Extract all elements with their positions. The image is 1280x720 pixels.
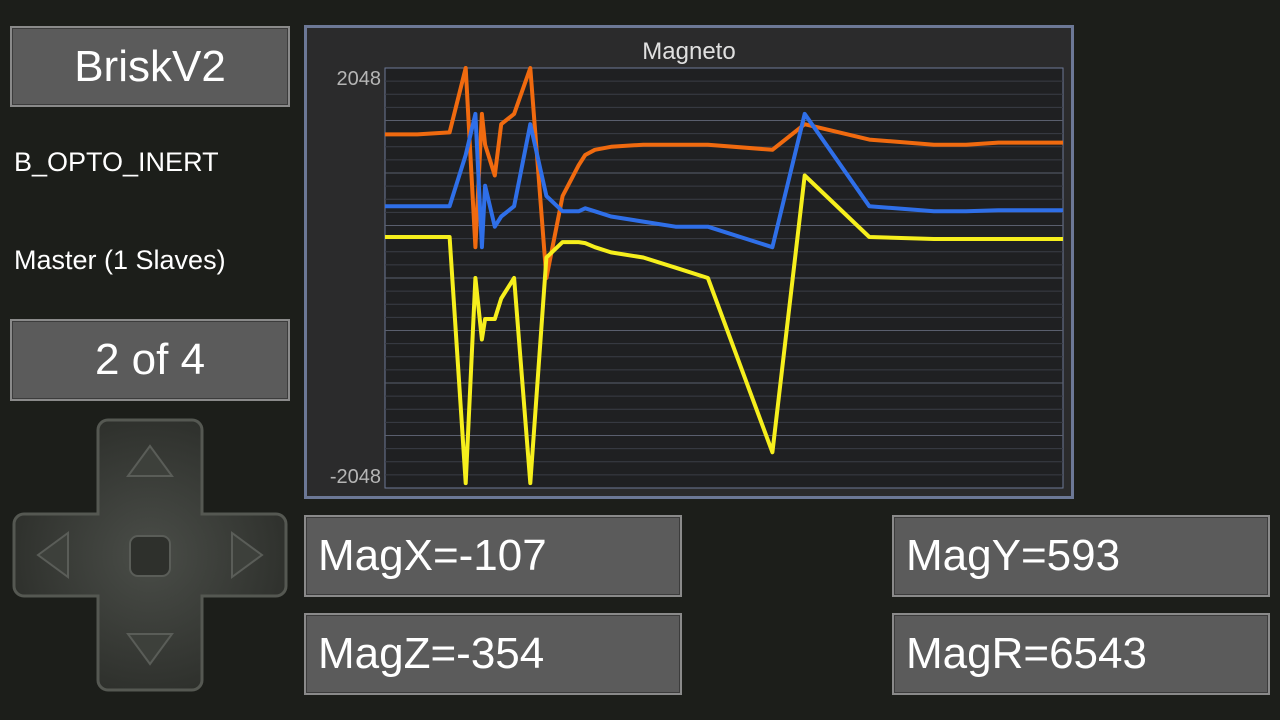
magr-readout[interactable]: MagR=6543 [892, 613, 1270, 695]
center-button[interactable] [129, 535, 171, 577]
magy-readout[interactable]: MagY=593 [892, 515, 1270, 597]
magneto-chart: Magneto 2048 -2048 [304, 25, 1074, 499]
dpad[interactable] [12, 418, 288, 692]
title-button[interactable]: BriskV2 [10, 26, 290, 107]
plot-area [384, 66, 1064, 489]
magz-readout[interactable]: MagZ=-354 [304, 613, 682, 695]
role-status: Master (1 Slaves) [14, 245, 226, 275]
page-indicator-button[interactable]: 2 of 4 [10, 319, 290, 401]
magx-readout[interactable]: MagX=-107 [304, 515, 682, 597]
device-name: B_OPTO_INERT [14, 147, 219, 177]
